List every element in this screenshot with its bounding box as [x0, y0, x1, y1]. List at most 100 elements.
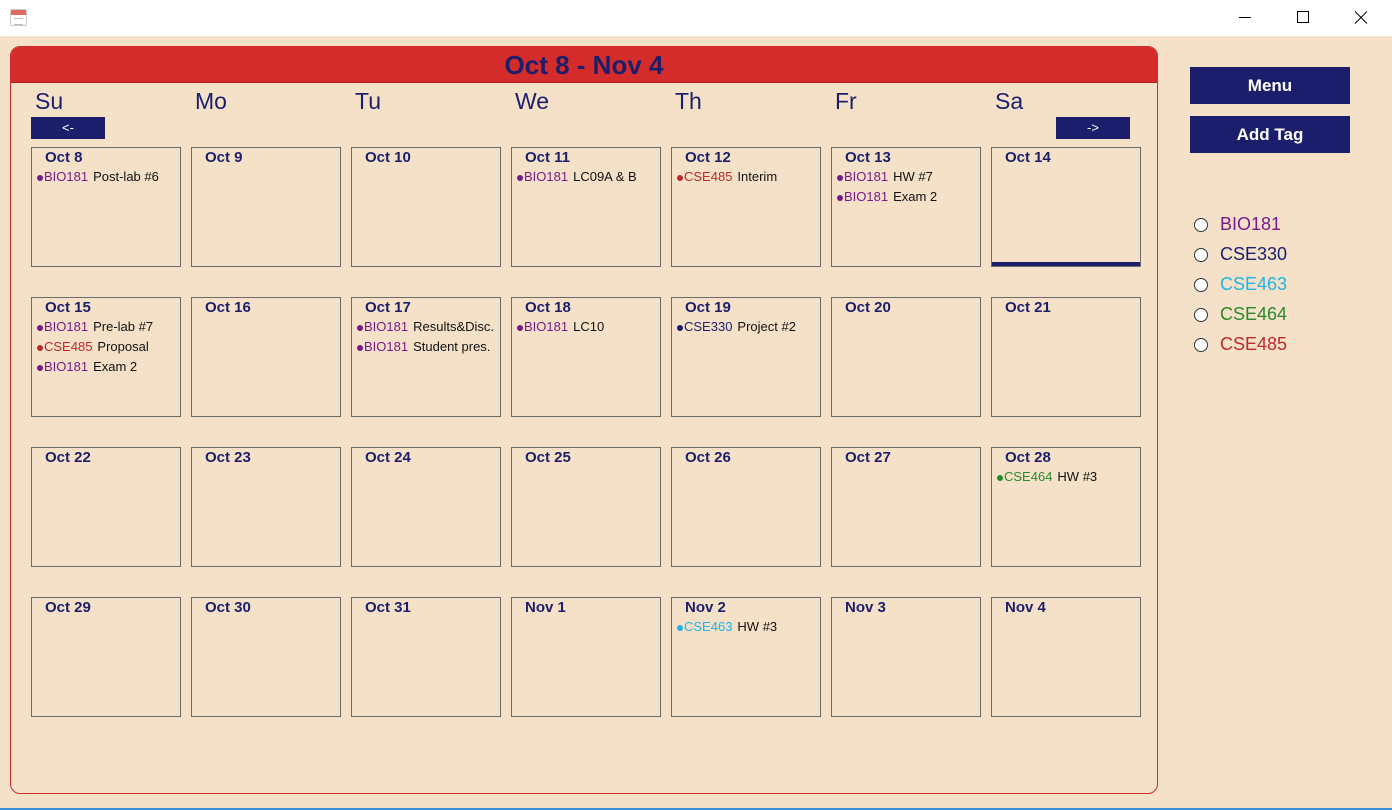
day-cell[interactable]: Oct 31 [351, 597, 501, 717]
tag-radio-button[interactable] [1194, 338, 1208, 352]
event-item[interactable]: CSE330 Project #2 [677, 318, 820, 338]
tag-radio-button[interactable] [1194, 308, 1208, 322]
day-label: Oct 20 [845, 299, 891, 316]
day-cell[interactable]: Oct 13 BIO181 HW #7 BIO181 Exam 2 [831, 147, 981, 267]
day-cell[interactable]: Oct 11 BIO181 LC09A & B [511, 147, 661, 267]
maximize-button[interactable] [1274, 0, 1332, 36]
event-item[interactable]: BIO181 LC10 [517, 318, 660, 338]
event-item[interactable]: BIO181 Pre-lab #7 [37, 318, 180, 338]
event-list: BIO181 LC10 [517, 318, 660, 338]
day-cell[interactable]: Oct 19 CSE330 Project #2 [671, 297, 821, 417]
day-label: Nov 4 [1005, 599, 1046, 616]
day-cell[interactable]: Oct 16 [191, 297, 341, 417]
day-label: Oct 25 [525, 449, 571, 466]
event-title: HW #3 [737, 619, 778, 634]
event-item[interactable]: CSE485 Proposal [37, 338, 180, 358]
tag-label: CSE463 [1220, 274, 1288, 294]
weekday-thursday: Th [675, 88, 702, 114]
tag-label: BIO181 [1220, 214, 1282, 234]
day-cell[interactable]: Oct 14 [991, 147, 1141, 267]
day-label: Oct 8 [45, 149, 83, 166]
tag-label: CSE464 [1220, 304, 1288, 324]
event-tag: CSE464 [1004, 469, 1053, 484]
event-item[interactable]: BIO181 Post-lab #6 [37, 168, 180, 188]
event-title: Project #2 [737, 319, 796, 334]
day-cell[interactable]: Oct 26 [671, 447, 821, 567]
day-label: Oct 14 [1005, 149, 1051, 166]
event-item[interactable]: BIO181 Exam 2 [37, 358, 180, 378]
event-item[interactable]: BIO181 Exam 2 [837, 188, 980, 208]
next-period-button[interactable]: -> [1056, 117, 1130, 139]
day-cell[interactable]: Oct 22 [31, 447, 181, 567]
day-label: Oct 9 [205, 149, 243, 166]
event-title: Post-lab #6 [93, 169, 159, 184]
day-label: Oct 10 [365, 149, 411, 166]
event-item[interactable]: BIO181 Results&Disc. [357, 318, 500, 338]
day-cell[interactable]: Nov 3 [831, 597, 981, 717]
calendar-panel: Oct 8 - Nov 4 Su Mo Tu We Th Fr Sa <- ->… [10, 46, 1158, 794]
day-cell[interactable]: Oct 25 [511, 447, 661, 567]
menu-button[interactable]: Menu [1190, 67, 1350, 104]
day-cell[interactable]: Oct 15 BIO181 Pre-lab #7 CSE485 Proposal BIO1… [31, 297, 181, 417]
day-cell[interactable]: Oct 24 [351, 447, 501, 567]
maximize-icon [1297, 11, 1309, 23]
weekday-wednesday: We [515, 88, 550, 114]
day-cell[interactable]: Oct 28 CSE464 HW #3 [991, 447, 1141, 567]
event-tag: BIO181 [364, 319, 409, 334]
event-item[interactable]: BIO181 HW #7 [837, 168, 980, 188]
day-label: Oct 16 [205, 299, 251, 316]
day-cell[interactable]: Nov 1 [511, 597, 661, 717]
event-item[interactable]: CSE485 Interim [677, 168, 820, 188]
day-cell[interactable]: Oct 8 BIO181 Post-lab #6 [31, 147, 181, 267]
event-title: Student pres. [413, 339, 491, 354]
event-title: Exam 2 [893, 189, 938, 204]
day-label: Oct 12 [685, 149, 731, 166]
day-label: Oct 28 [1005, 449, 1051, 466]
minimize-button[interactable] [1216, 0, 1274, 36]
day-cell[interactable]: Oct 18 BIO181 LC10 [511, 297, 661, 417]
day-cell[interactable]: Oct 12 CSE485 Interim [671, 147, 821, 267]
day-label: Oct 21 [1005, 299, 1051, 316]
event-item[interactable]: CSE463 HW #3 [677, 618, 820, 638]
day-cell[interactable]: Oct 23 [191, 447, 341, 567]
tag-dot-icon [837, 194, 843, 201]
day-cell[interactable]: Nov 4 [991, 597, 1141, 717]
day-cell[interactable]: Oct 17 BIO181 Results&Disc. BIO181 Student p… [351, 297, 501, 417]
event-tag: CSE485 [684, 169, 733, 184]
day-cell[interactable]: Oct 30 [191, 597, 341, 717]
close-button[interactable] [1332, 0, 1390, 36]
weekday-tuesday: Tu [355, 88, 381, 114]
event-item[interactable]: CSE464 HW #3 [997, 468, 1140, 488]
day-cell[interactable]: Oct 10 [351, 147, 501, 267]
day-label: Oct 22 [45, 449, 91, 466]
previous-period-button[interactable]: <- [31, 117, 105, 139]
event-title: LC10 [573, 319, 605, 334]
event-title: HW #7 [893, 169, 933, 184]
day-cell[interactable]: Nov 2 CSE463 HW #3 [671, 597, 821, 717]
day-cell[interactable]: Oct 27 [831, 447, 981, 567]
event-item[interactable]: BIO181 Student pres. [357, 338, 500, 358]
tag-dot-icon [517, 324, 523, 331]
day-label: Oct 29 [45, 599, 91, 616]
add-tag-button[interactable]: Add Tag [1190, 116, 1350, 153]
event-tag: BIO181 [844, 169, 889, 184]
day-cell[interactable]: Oct 9 [191, 147, 341, 267]
day-label: Oct 13 [845, 149, 891, 166]
event-list: CSE464 HW #3 [997, 468, 1140, 488]
event-title: Interim [737, 169, 778, 184]
day-cell[interactable]: Oct 29 [31, 597, 181, 717]
event-title: HW #3 [1057, 469, 1098, 484]
tag-dot-icon [677, 324, 683, 331]
day-cell[interactable]: Oct 20 [831, 297, 981, 417]
event-item[interactable]: BIO181 LC09A & B [517, 168, 660, 188]
event-list: BIO181 Results&Disc. BIO181 Student pres. [357, 318, 500, 358]
tag-radio-button[interactable] [1194, 218, 1208, 232]
tag-dot-icon [37, 364, 43, 371]
tag-radio-button[interactable] [1194, 278, 1208, 292]
day-label: Oct 17 [365, 299, 411, 316]
tag-label: CSE330 [1220, 244, 1288, 264]
day-label: Oct 27 [845, 449, 891, 466]
event-tag: BIO181 [44, 169, 89, 184]
tag-radio-button[interactable] [1194, 248, 1208, 262]
day-cell[interactable]: Oct 21 [991, 297, 1141, 417]
